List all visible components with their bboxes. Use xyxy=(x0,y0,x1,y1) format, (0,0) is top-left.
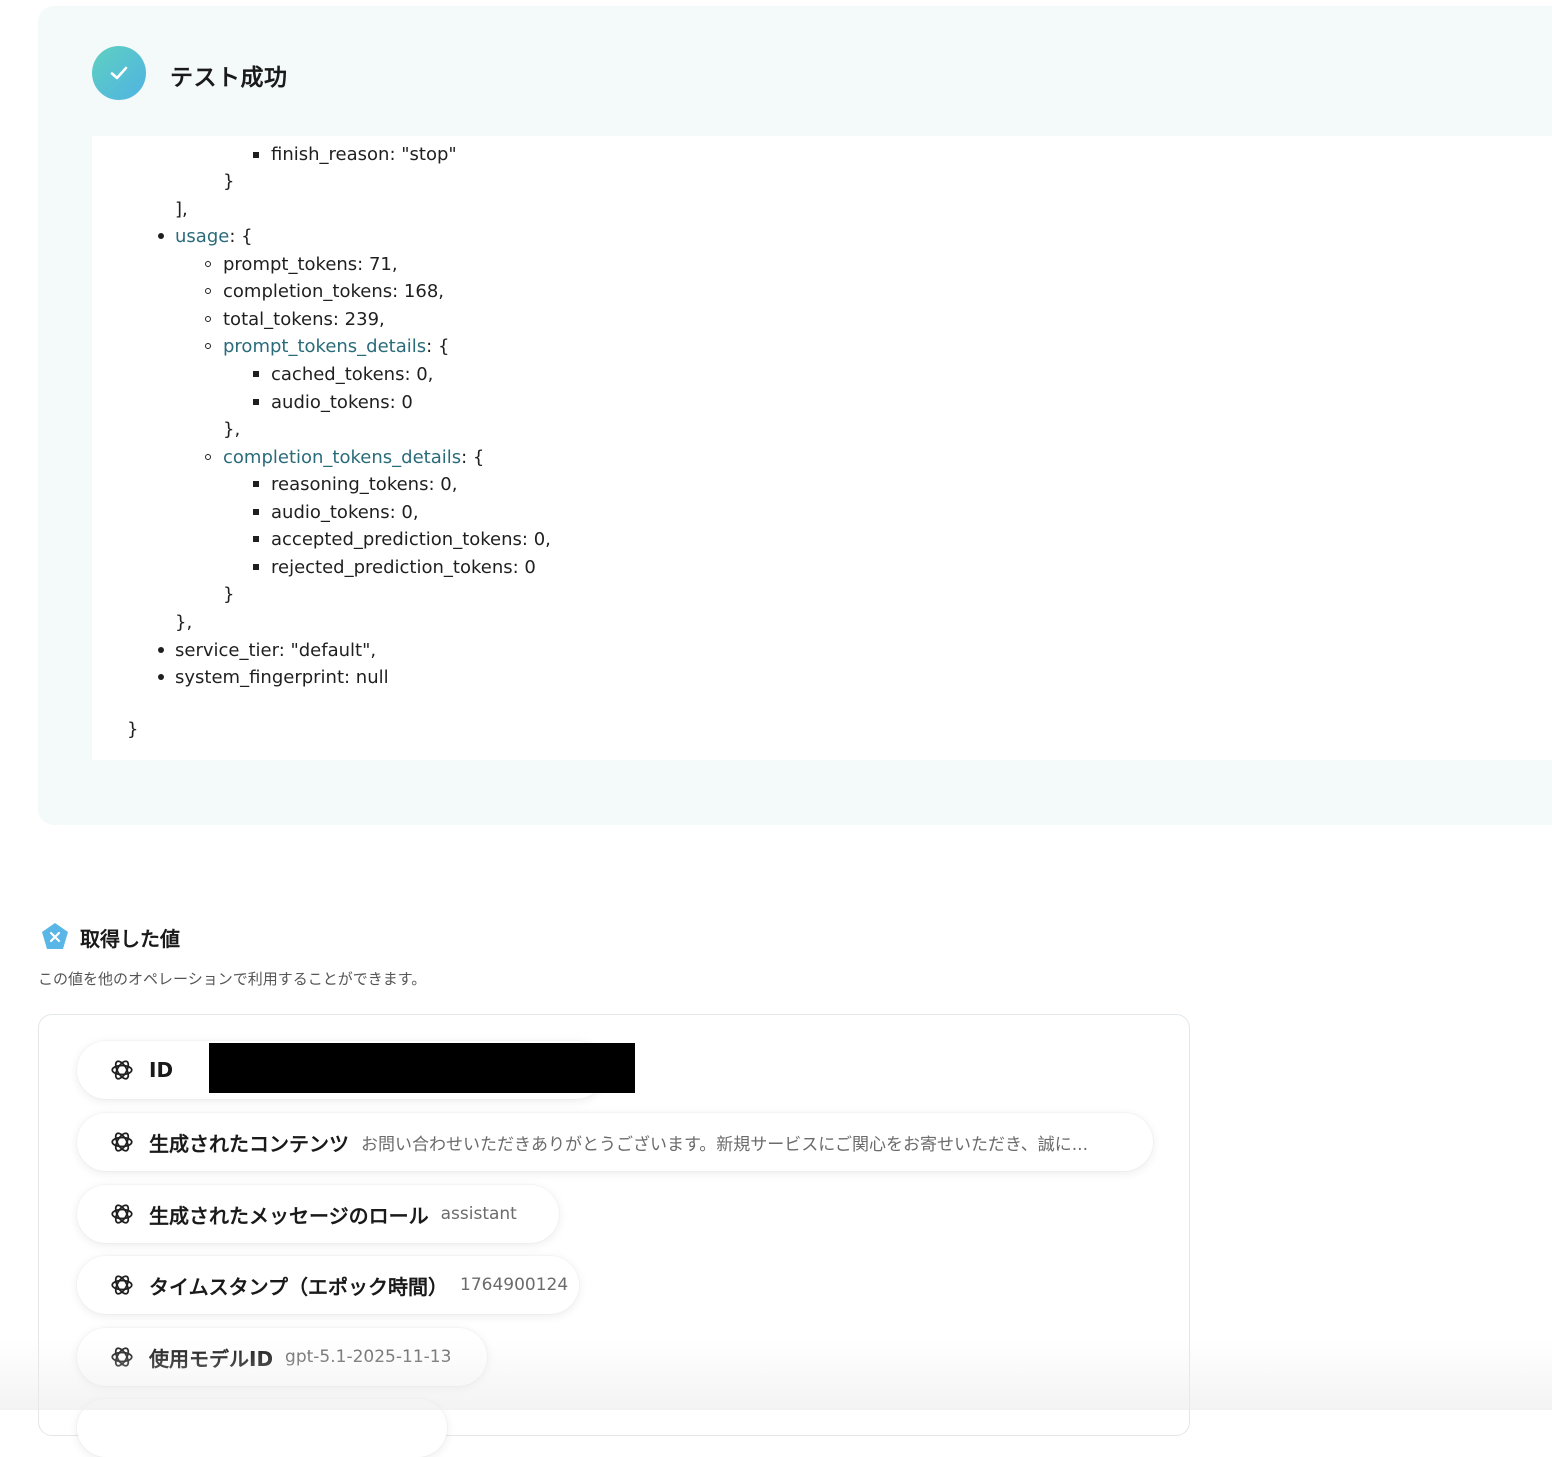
list-bullet xyxy=(253,152,259,158)
value-label: 生成されたコンテンツ xyxy=(149,1131,349,1156)
json-line: } xyxy=(223,584,235,605)
variable-x-icon xyxy=(42,923,68,949)
test-result-panel: テスト成功 finish_reason: "stop" } ], usage: … xyxy=(38,6,1552,825)
openai-logo-icon xyxy=(111,1132,133,1152)
json-line: }, xyxy=(175,612,193,633)
json-line: usage: { xyxy=(175,226,253,247)
json-line: completion_tokens: 168, xyxy=(223,281,445,302)
value-chip-timestamp[interactable]: タイムスタンプ（エポック時間） 1764900124 xyxy=(77,1256,579,1314)
list-bullet xyxy=(253,536,259,542)
list-bullet xyxy=(253,399,259,405)
list-bullet xyxy=(253,564,259,570)
values-description: この値を他のオペレーションで利用することができます。 xyxy=(38,970,427,988)
json-line: completion_tokens_details: { xyxy=(223,447,485,468)
list-bullet xyxy=(205,316,211,322)
list-bullet xyxy=(205,454,211,460)
value-chip-role[interactable]: 生成されたメッセージのロール assistant xyxy=(77,1185,559,1243)
list-bullet xyxy=(253,509,259,515)
json-key-completion-tokens-details[interactable]: completion_tokens_details xyxy=(223,447,461,468)
list-bullet xyxy=(205,343,211,349)
json-line: total_tokens: 239, xyxy=(223,309,385,330)
value-label: 使用モデルID xyxy=(149,1346,274,1371)
json-line: ], xyxy=(175,199,188,220)
values-title: 取得した値 xyxy=(80,926,180,951)
json-line: audio_tokens: 0, xyxy=(271,502,419,523)
json-line: finish_reason: "stop" xyxy=(271,144,457,165)
json-key-usage[interactable]: usage xyxy=(175,226,229,247)
list-bullet xyxy=(158,647,164,653)
value-label: タイムスタンプ（エポック時間） xyxy=(149,1274,448,1299)
json-line: } xyxy=(127,719,139,740)
value-text: gpt-5.1-2025-11-13 xyxy=(285,1347,452,1367)
json-output: finish_reason: "stop" } ], usage: { prom… xyxy=(92,136,1552,760)
json-line: accepted_prediction_tokens: 0, xyxy=(271,529,551,550)
list-bullet xyxy=(205,288,211,294)
json-line: cached_tokens: 0, xyxy=(271,364,434,385)
list-bullet xyxy=(253,371,259,377)
result-title: テスト成功 xyxy=(170,65,288,91)
json-line: audio_tokens: 0 xyxy=(271,392,413,413)
value-text: 1764900124 xyxy=(460,1275,569,1295)
json-line: }, xyxy=(223,419,241,440)
value-text: assistant xyxy=(440,1204,517,1224)
value-chip-content[interactable]: 生成されたコンテンツ お問い合わせいただきありがとうございます。新規サービスにご… xyxy=(77,1113,1153,1171)
value-chip-id[interactable]: ID xyxy=(77,1041,635,1099)
json-line: } xyxy=(223,171,235,192)
json-line: reasoning_tokens: 0, xyxy=(271,474,458,495)
json-line: service_tier: "default", xyxy=(175,640,377,661)
value-label: 生成されたメッセージのロール xyxy=(149,1203,429,1228)
openai-logo-icon xyxy=(111,1060,133,1080)
value-chip-model[interactable]: 使用モデルID gpt-5.1-2025-11-13 xyxy=(77,1328,487,1386)
list-bullet xyxy=(253,481,259,487)
list-bullet xyxy=(158,674,164,680)
json-line: prompt_tokens: 71, xyxy=(223,254,398,275)
value-label: ID xyxy=(149,1058,174,1082)
openai-logo-icon xyxy=(111,1347,133,1367)
json-key-prompt-tokens-details[interactable]: prompt_tokens_details xyxy=(223,336,426,357)
value-chip-partial[interactable] xyxy=(77,1399,447,1457)
json-line: system_fingerprint: null xyxy=(175,667,389,688)
openai-logo-icon xyxy=(111,1275,133,1295)
values-card: ID 生成されたコンテンツ お問い合わせいただきありがとうございます。新規サービ… xyxy=(38,1014,1190,1457)
redaction-block xyxy=(209,1043,635,1093)
values-header: 取得した値 xyxy=(40,922,180,952)
json-line: rejected_prediction_tokens: 0 xyxy=(271,557,536,578)
openai-logo-icon xyxy=(111,1204,133,1224)
success-check-icon xyxy=(92,46,146,100)
value-text: お問い合わせいただきありがとうございます。新規サービスにご関心をお寄せいただき、… xyxy=(361,1134,1088,1155)
json-line: prompt_tokens_details: { xyxy=(223,336,450,357)
list-bullet xyxy=(205,261,211,267)
list-bullet xyxy=(158,233,164,239)
